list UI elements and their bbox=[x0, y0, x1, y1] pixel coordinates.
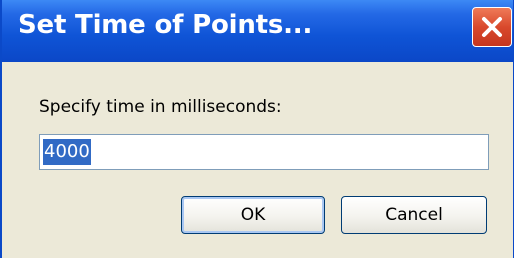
cancel-button[interactable]: Cancel bbox=[341, 196, 487, 234]
set-time-dialog: Set Time of Points... Specify time in mi… bbox=[0, 0, 514, 258]
dialog-title: Set Time of Points... bbox=[18, 10, 313, 40]
close-button[interactable] bbox=[472, 7, 512, 47]
milliseconds-input[interactable]: 4000 bbox=[39, 134, 489, 170]
close-icon bbox=[482, 17, 502, 37]
ok-button[interactable]: OK bbox=[181, 196, 325, 234]
title-bar[interactable]: Set Time of Points... bbox=[2, 0, 513, 62]
prompt-label: Specify time in milliseconds: bbox=[39, 97, 282, 117]
milliseconds-input-value: 4000 bbox=[43, 139, 91, 165]
